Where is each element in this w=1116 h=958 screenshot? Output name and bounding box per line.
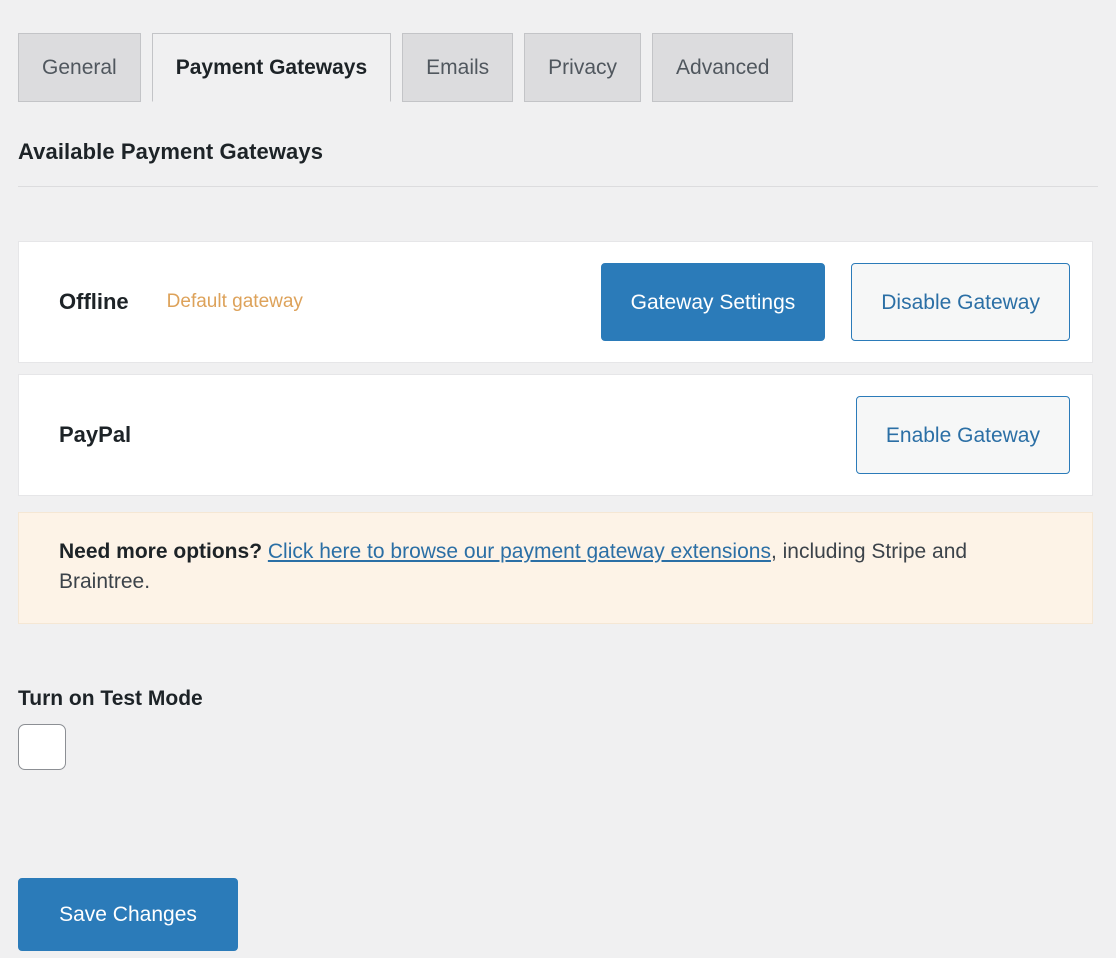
- page-title: Available Payment Gateways: [18, 139, 324, 164]
- gateway-actions: Enable Gateway: [855, 396, 1070, 474]
- tab-privacy[interactable]: Privacy: [524, 33, 642, 102]
- test-mode-checkbox[interactable]: [18, 724, 66, 770]
- gateway-settings-button[interactable]: Gateway Settings: [600, 263, 826, 341]
- tab-advanced-label: Advanced: [676, 56, 770, 79]
- disable-gateway-button[interactable]: Disable Gateway: [851, 263, 1070, 341]
- tab-general-label: General: [42, 56, 117, 79]
- tab-payment-gateways[interactable]: Payment Gateways: [151, 33, 392, 102]
- test-mode-label: Turn on Test Mode: [18, 687, 203, 710]
- gateway-extensions-notice: Need more options? Click here to browse …: [18, 512, 1093, 624]
- gateway-name: Offline: [59, 289, 129, 314]
- gateway-name: PayPal: [59, 422, 132, 447]
- gateway-actions: Gateway Settings Disable Gateway: [600, 263, 1070, 341]
- gateway-extensions-link[interactable]: Click here to browse our payment gateway…: [268, 540, 771, 563]
- tab-general[interactable]: General: [18, 33, 141, 102]
- tab-advanced[interactable]: Advanced: [652, 33, 794, 102]
- tab-emails-label: Emails: [426, 56, 490, 79]
- tab-privacy-label: Privacy: [548, 56, 618, 79]
- tab-payment-gateways-label: Payment Gateways: [175, 56, 368, 79]
- gateway-row-offline: Offline Default gateway Gateway Settings…: [18, 241, 1093, 363]
- settings-page: General Payment Gateways Emails Privacy …: [0, 0, 1116, 958]
- heading-divider: [18, 186, 1098, 187]
- settings-tab-bar: General Payment Gateways Emails Privacy …: [18, 33, 794, 102]
- gateway-list: Offline Default gateway Gateway Settings…: [18, 241, 1093, 496]
- gateway-row-paypal: PayPal Enable Gateway: [18, 374, 1093, 496]
- gateway-default-badge: Default gateway: [166, 291, 303, 312]
- save-changes-button[interactable]: Save Changes: [18, 878, 238, 951]
- notice-lead-text: Need more options?: [59, 540, 268, 563]
- enable-gateway-button[interactable]: Enable Gateway: [855, 396, 1070, 474]
- tab-emails[interactable]: Emails: [402, 33, 514, 102]
